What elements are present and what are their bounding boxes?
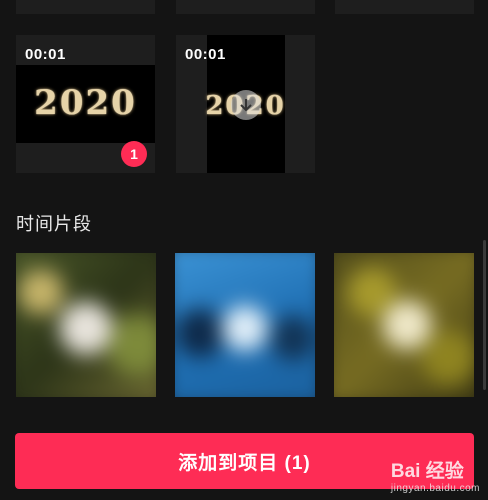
media-tile-selected[interactable]: 2020 00:01 1	[16, 35, 155, 173]
download-icon[interactable]	[231, 90, 261, 120]
duration-label: 00:01	[185, 46, 226, 63]
clip-tile[interactable]	[16, 253, 156, 397]
thumbnail-art-text: 2020	[34, 83, 137, 123]
media-tile[interactable]: 2020 00:01	[176, 35, 315, 173]
watermark-url: jingyan.baidu.com	[390, 483, 480, 494]
baidu-jingyan-watermark: Bai 经验 jingyan.baidu.com	[391, 456, 480, 494]
watermark-brand-text: Bai 经验	[390, 461, 464, 482]
video-thumbnail: 2020	[16, 65, 155, 143]
media-tile[interactable]	[176, 0, 315, 14]
scrollbar[interactable]	[483, 240, 486, 390]
section-title: 时间片段	[16, 214, 92, 234]
selection-count-badge[interactable]: 1	[121, 141, 147, 167]
duration-label: 00:01	[25, 46, 66, 63]
media-tile[interactable]	[16, 0, 155, 14]
clip-tile[interactable]	[175, 253, 315, 397]
clip-tile[interactable]	[334, 253, 474, 397]
media-tile[interactable]	[335, 0, 474, 14]
